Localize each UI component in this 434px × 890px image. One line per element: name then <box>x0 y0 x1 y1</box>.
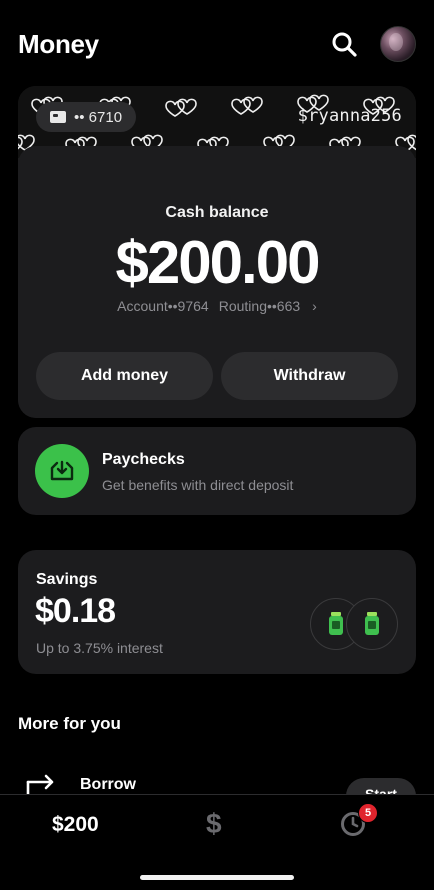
routing-number: Routing••663 <box>218 298 301 314</box>
borrow-label: Borrow <box>80 776 136 793</box>
cash-balance-card: •• 6710 $ryanna256 Cash balance $200.00 … <box>18 86 416 418</box>
balance-label: Cash balance <box>165 204 269 221</box>
home-indicator[interactable] <box>140 875 294 880</box>
card-number-chip[interactable]: •• 6710 <box>36 102 137 132</box>
savings-goal-jar-icon <box>346 598 398 650</box>
withdraw-button[interactable]: Withdraw <box>221 352 398 400</box>
chevron-right-icon: › <box>312 298 317 314</box>
savings-title: Savings <box>36 571 98 588</box>
page-title: Money <box>18 28 99 59</box>
savings-goals[interactable] <box>310 598 398 652</box>
savings-subtitle: Up to 3.75% interest <box>36 640 163 656</box>
savings-value: $0.18 <box>35 592 116 630</box>
balance-actions: Add money Withdraw <box>36 352 398 400</box>
activity-badge: 5 <box>358 803 378 823</box>
savings-card[interactable]: Savings $0.18 Up to 3.75% interest <box>18 550 416 674</box>
paychecks-subtitle: Get benefits with direct deposit <box>102 477 294 493</box>
header: Money <box>18 24 416 64</box>
direct-deposit-icon <box>35 444 89 498</box>
account-number: Account••9764 <box>117 298 209 314</box>
profile-avatar[interactable] <box>380 26 416 62</box>
cashtag: $ryanna256 <box>297 106 402 126</box>
debit-card-icon <box>50 111 66 123</box>
nav-pay-tab-dollar-icon[interactable]: $ <box>206 808 222 840</box>
more-for-you-heading: More for you <box>18 714 121 733</box>
paychecks-card[interactable]: Paychecks Get benefits with direct depos… <box>18 427 416 515</box>
nav-money-tab[interactable]: $200 <box>52 813 99 837</box>
bottom-nav: $200 $ 5 <box>0 794 434 890</box>
account-routing-link[interactable]: Account••9764 Routing••663 › <box>18 298 416 314</box>
card-number: •• 6710 <box>74 108 123 126</box>
paychecks-title: Paychecks <box>102 451 185 468</box>
search-icon[interactable] <box>330 30 358 58</box>
add-money-button[interactable]: Add money <box>36 352 213 400</box>
header-actions <box>330 26 416 62</box>
balance-panel: Cash balance $200.00 Account••9764 Routi… <box>18 146 416 418</box>
balance-value: $200.00 <box>115 229 321 296</box>
